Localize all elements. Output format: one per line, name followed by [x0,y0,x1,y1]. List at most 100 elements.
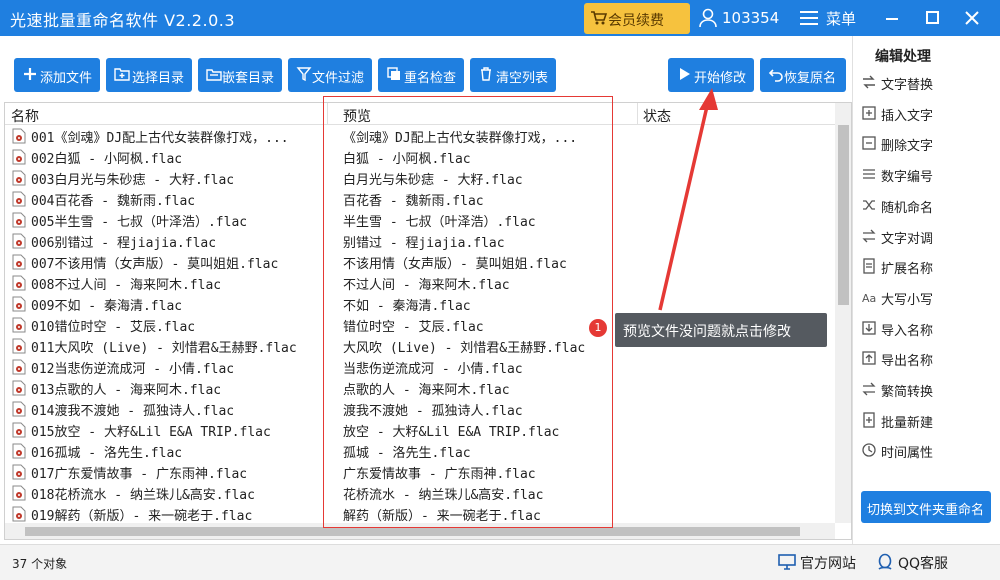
row-preview: 解药（新版）- 来一碗老于.flac [343,509,541,524]
row-preview: 别错过 - 程jiajia.flac [343,236,505,251]
switch-folder-rename-button[interactable]: 切换到文件夹重命名 [861,491,991,523]
row-name: 001《剑魂》DJ配上古代女装群像打戏，... [31,131,289,146]
row-name: 003白月光与朱砂痣 - 大籽.flac [31,173,235,188]
sidebar-item-case[interactable]: Aa 大写小写 [861,285,991,309]
select-dir-button[interactable]: 选择目录 [106,58,192,92]
sidebar-item-extension[interactable]: 扩展名称 [861,254,991,278]
clock-icon [862,443,876,458]
trash-icon [481,67,491,81]
shuffle-icon [863,200,875,210]
add-file-button[interactable]: 添加文件 [14,58,100,92]
switch-folder-rename-label: 切换到文件夹重命名 [867,503,985,518]
sidebar-item-label: 时间属性 [881,446,934,462]
tooltip-text: 预览文件没问题就点击修改 [623,324,791,340]
column-header-preview[interactable]: 预览 [343,106,371,126]
audio-file-icon [12,380,26,396]
table-row[interactable]: 013点歌的人 - 海来阿木.flac 点歌的人 - 海来阿木.flac [5,377,835,398]
clear-list-button[interactable]: 清空列表 [470,58,556,92]
export-icon [862,351,876,365]
user-icon [699,8,717,28]
duplicate-icon [387,67,400,80]
sidebar-item-import[interactable]: 导入名称 [861,316,991,340]
sidebar-item-label: 插入文字 [881,108,934,124]
table-row[interactable]: 016孤城 - 洛先生.flac 孤城 - 洛先生.flac [5,440,835,461]
column-divider[interactable] [637,103,638,125]
cart-icon [591,11,608,25]
restore-name-button[interactable]: 恢复原名 [760,58,846,92]
maximize-icon [926,11,939,24]
tooltip-callout: 1 预览文件没问题就点击修改 [589,313,827,347]
row-preview: 不过人间 - 海来阿木.flac [343,278,510,293]
row-preview: 放空 - 大籽&Lil E&A TRIP.flac [343,425,560,440]
row-preview: 点歌的人 - 海来阿木.flac [343,383,510,398]
hamburger-icon [800,11,818,25]
edit-sidebar: 编辑处理 文字替换 插入文字 删除文字 数字编号 随机命名 文字对调 扩展名称 Aa 大写小写导… [852,36,1000,544]
import-icon [862,320,876,335]
sidebar-item-number[interactable]: 数字编号 [861,162,991,186]
audio-file-icon [12,254,26,270]
sidebar-item-delete-text[interactable]: 删除文字 [861,131,991,155]
sidebar-item-export[interactable]: 导出名称 [861,346,991,370]
sidebar-item-batch-new[interactable]: 批量新建 [861,408,991,432]
app-title: 光速批量重命名软件 V2.2.0.3 [10,11,236,30]
horizontal-scroll-thumb[interactable] [25,527,800,536]
minimize-button[interactable] [872,0,912,36]
undo-icon [768,69,783,82]
insert-icon [862,106,876,120]
vertical-scrollbar[interactable] [835,103,851,523]
close-button[interactable] [952,0,992,36]
sidebar-item-swap[interactable]: 文字对调 [861,224,991,248]
object-count: 37 个对象 [12,557,68,571]
nested-dir-button[interactable]: 嵌套目录 [198,58,282,92]
add-file-label: 添加文件 [40,71,93,86]
table-row[interactable]: 015放空 - 大籽&Lil E&A TRIP.flac 放空 - 大籽&Lil … [5,419,835,440]
sidebar-item-clock[interactable]: 时间属性 [861,438,991,462]
audio-file-icon [12,464,26,480]
convert-icon [862,382,876,396]
row-name: 007不该用情（女声版）- 莫叫姐姐.flac [31,257,279,272]
maximize-button[interactable] [912,0,952,36]
file-filter-button[interactable]: 文件过滤 [288,58,372,92]
sidebar-title: 编辑处理 [875,49,931,65]
sidebar-item-label: 繁简转换 [881,385,934,400]
sidebar-item-label: 文字对调 [881,231,934,247]
horizontal-scrollbar[interactable] [5,523,835,539]
vip-renew-button[interactable]: 会员续费 [584,3,690,34]
title-bar: 光速批量重命名软件 V2.2.0.3 会员续费 103354 菜单 [0,0,1000,36]
sidebar-item-convert[interactable]: 繁简转换 [861,377,991,401]
vertical-scroll-thumb[interactable] [838,125,849,305]
tooltip-box: 预览文件没问题就点击修改 [615,313,827,347]
sidebar-item-insert[interactable]: 插入文字 [861,101,991,125]
row-name: 012当悲伤逆流成河 - 小倩.flac [31,362,235,377]
row-preview: 广东爱情故事 - 广东雨神.flac [343,467,536,482]
column-divider[interactable] [327,103,328,125]
play-icon [680,68,690,80]
row-preview: 渡我不渡她 - 孤独诗人.flac [343,404,523,419]
row-preview: 百花香 - 魏新雨.flac [343,194,484,209]
table-row[interactable]: 019解药（新版）- 来一碗老于.flac 解药（新版）- 来一碗老于.flac [5,503,835,524]
sidebar-item-shuffle[interactable]: 随机命名 [861,193,991,217]
table-row[interactable]: 014渡我不渡她 - 孤独诗人.flac 渡我不渡她 - 孤独诗人.flac [5,398,835,419]
row-preview: 花桥流水 - 纳兰珠儿&高安.flac [343,488,544,503]
filter-icon [296,67,312,82]
audio-file-icon [12,275,26,291]
sidebar-item-replace[interactable]: 文字替换 [861,70,991,94]
nested-folder-icon [206,69,222,81]
replace-icon [863,75,875,89]
minimize-icon [886,18,898,20]
table-row[interactable]: 012当悲伤逆流成河 - 小倩.flac 当悲伤逆流成河 - 小倩.flac [5,356,835,377]
table-row[interactable]: 018花桥流水 - 纳兰珠儿&高安.flac 花桥流水 - 纳兰珠儿&高安.fla… [5,482,835,503]
audio-file-icon [12,506,26,522]
table-row[interactable]: 017广东爱情故事 - 广东雨神.flac 广东爱情故事 - 广东雨神.flac [5,461,835,482]
row-name: 011大风吹 (Live) - 刘惜君&王赫野.flac [31,341,297,356]
column-header-name[interactable]: 名称 [11,106,39,126]
select-dir-label: 选择目录 [132,71,185,86]
audio-file-icon [12,359,26,375]
plus-icon [24,68,36,80]
sidebar-item-label: 文字替换 [881,78,934,93]
dup-check-button[interactable]: 重名检查 [378,58,464,92]
sidebar-item-label: 导入名称 [881,323,934,339]
clear-list-label: 清空列表 [496,71,549,86]
delete-text-icon [862,136,876,151]
audio-file-icon [12,233,26,249]
